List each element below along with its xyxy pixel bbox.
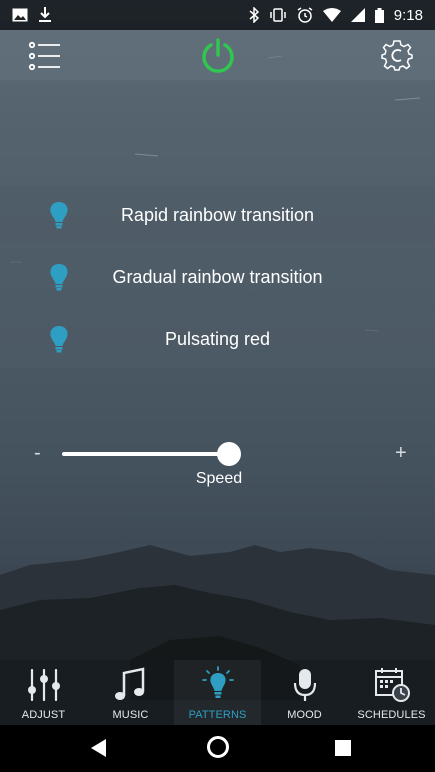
cellular-signal-icon <box>350 8 365 22</box>
bluetooth-icon <box>249 7 259 23</box>
bulb-icon <box>201 666 234 698</box>
tab-mood[interactable]: MOOD <box>261 660 348 725</box>
pattern-list: Rapid rainbow transition Gradual rainbow… <box>0 186 435 372</box>
system-nav-bar <box>0 725 435 772</box>
status-left <box>12 7 52 23</box>
home-circle-icon[interactable] <box>207 736 229 758</box>
power-icon[interactable] <box>199 37 237 75</box>
bulb-icon <box>50 202 68 229</box>
pattern-item-gradual-rainbow[interactable]: Gradual rainbow transition <box>0 248 435 306</box>
tab-label: SCHEDULES <box>357 709 426 721</box>
status-time: 9:18 <box>393 6 423 24</box>
bottom-tab-bar: ADJUST MUSIC PATTERNS MOOD SCHEDULES <box>0 660 435 725</box>
background-image <box>0 0 435 772</box>
pattern-item-pulsating-red[interactable]: Pulsating red <box>0 310 435 368</box>
status-bar: 9:18 <box>0 0 435 30</box>
speed-label: Speed <box>195 470 243 487</box>
list-menu-icon[interactable] <box>28 40 62 72</box>
top-bar <box>0 30 435 80</box>
sliders-icon <box>27 668 60 702</box>
wifi-icon <box>322 8 341 22</box>
music-note-icon <box>114 667 144 700</box>
tab-label: MOOD <box>287 709 322 721</box>
tab-label: MUSIC <box>112 709 149 721</box>
tab-patterns[interactable]: PATTERNS <box>174 660 261 725</box>
speed-slider-row: - + Speed <box>0 440 435 500</box>
tab-label: ADJUST <box>21 709 66 721</box>
speed-slider-thumb[interactable] <box>217 442 241 466</box>
status-right: 9:18 <box>249 7 423 24</box>
download-icon <box>39 7 51 22</box>
battery-icon <box>374 7 384 23</box>
vibrate-icon <box>270 8 286 22</box>
bulb-icon <box>50 326 68 353</box>
bulb-icon <box>50 264 68 291</box>
tab-schedules[interactable]: SCHEDULES <box>348 660 435 725</box>
back-triangle-icon[interactable] <box>91 739 107 757</box>
tab-music[interactable]: MUSIC <box>87 660 174 725</box>
recents-square-icon[interactable] <box>335 740 351 756</box>
speed-decrease-button[interactable]: - <box>34 442 41 465</box>
speed-increase-button[interactable]: + <box>395 442 407 465</box>
microphone-icon <box>293 669 316 701</box>
image-notification-icon <box>12 8 28 22</box>
tab-label: PATTERNS <box>188 709 247 721</box>
gear-icon[interactable] <box>381 39 413 71</box>
calendar-clock-icon <box>374 668 410 702</box>
pattern-item-rapid-rainbow[interactable]: Rapid rainbow transition <box>0 186 435 244</box>
tab-adjust[interactable]: ADJUST <box>0 660 87 725</box>
alarm-icon <box>297 7 313 23</box>
speed-slider-track[interactable] <box>62 452 229 456</box>
